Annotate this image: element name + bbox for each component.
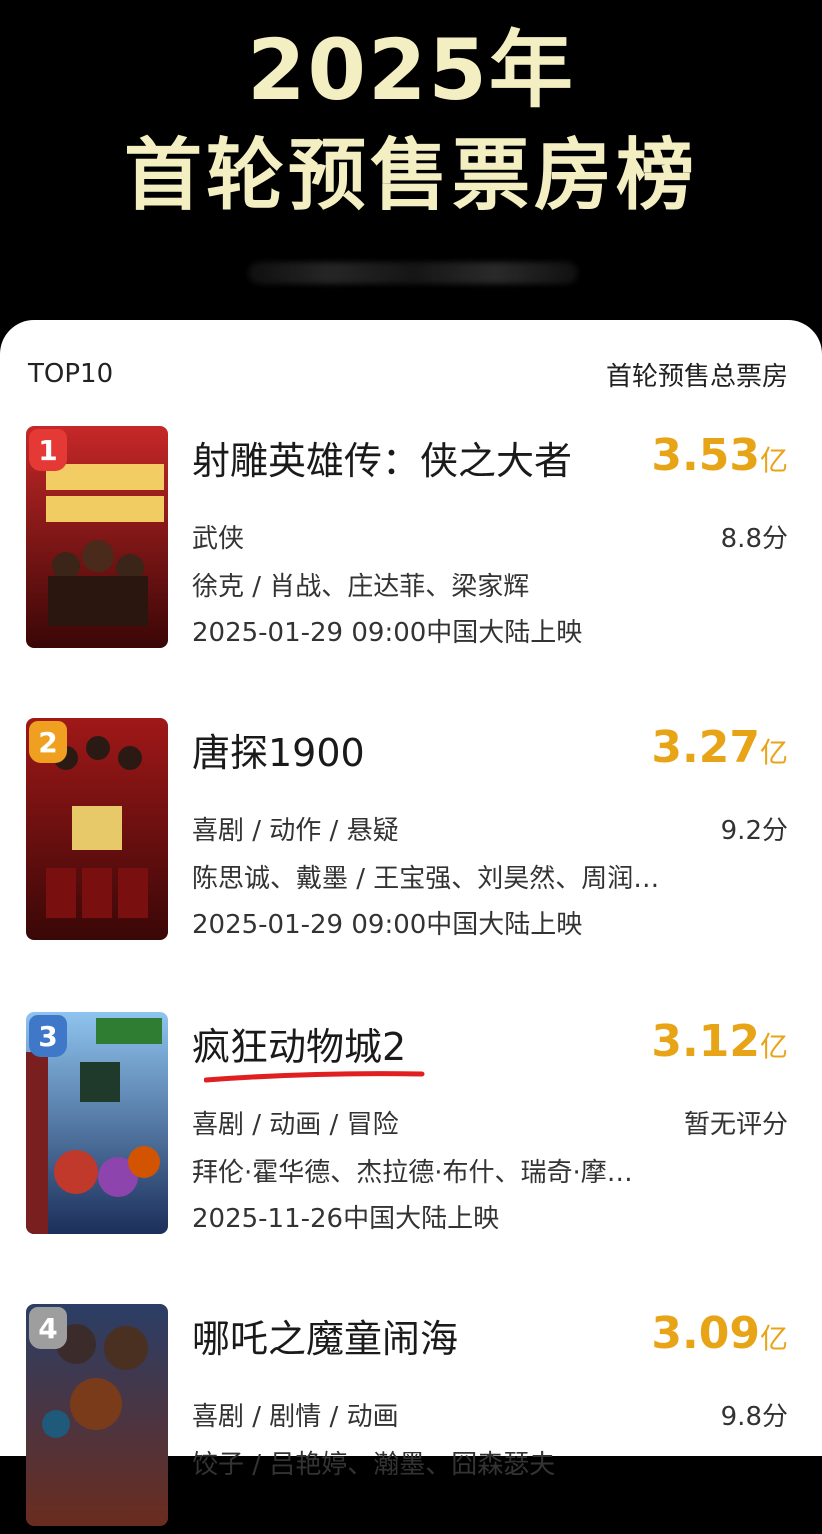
list-header: TOP10 首轮预售总票房 xyxy=(28,354,788,394)
amount-value: 3.27 xyxy=(651,722,760,773)
hero-banner: 2025年 首轮预售票房榜 xyxy=(0,0,822,340)
amount-value: 3.09 xyxy=(651,1308,760,1359)
amount-value: 3.53 xyxy=(651,430,760,481)
box-office-amount: 3.27亿 xyxy=(651,722,788,773)
blurred-caption xyxy=(248,262,578,284)
amount-unit: 亿 xyxy=(759,444,788,477)
amount-value: 3.12 xyxy=(651,1016,760,1067)
amount-unit: 亿 xyxy=(759,1030,788,1063)
movie-score: 9.8分 xyxy=(720,1402,788,1432)
movie-title[interactable]: 疯狂动物城2 xyxy=(192,1016,406,1071)
box-office-amount: 3.09亿 xyxy=(651,1308,788,1359)
hero-title: 首轮预售票房榜 xyxy=(123,131,698,221)
movie-poster[interactable]: 2 xyxy=(26,718,168,940)
movie-genre: 喜剧 / 动作 / 悬疑 xyxy=(192,816,399,846)
movie-item[interactable]: 4 哪吒之魔童闹海 3.09亿 喜剧 / 剧情 / 动画 9.8分 饺子 / 吕… xyxy=(0,1304,822,1534)
red-underline-annotation xyxy=(204,1071,425,1083)
box-office-amount: 3.53亿 xyxy=(651,430,788,481)
movie-title[interactable]: 哪吒之魔童闹海 xyxy=(192,1308,458,1363)
movie-cast: 徐克 / 肖战、庄达菲、梁家辉 xyxy=(192,572,530,602)
movie-cast: 拜伦·霍华德、杰拉德·布什、瑞奇·摩… xyxy=(192,1158,633,1188)
movie-poster[interactable]: 1 xyxy=(26,426,168,648)
movie-score: 8.8分 xyxy=(720,524,788,554)
ranking-panel: TOP10 首轮预售总票房 1 射雕英雄传：侠之大者 3.53亿 武侠 8.8分 xyxy=(0,320,822,1526)
release-date: 2025-01-29 09:00中国大陆上映 xyxy=(192,618,583,648)
rank-badge: 3 xyxy=(29,1015,67,1057)
movie-genre: 喜剧 / 剧情 / 动画 xyxy=(192,1402,399,1432)
rank-badge: 2 xyxy=(29,721,67,763)
movie-score: 9.2分 xyxy=(720,816,788,846)
box-office-amount: 3.12亿 xyxy=(651,1016,788,1067)
amount-unit: 亿 xyxy=(759,736,788,769)
movie-cast: 陈思诚、戴墨 / 王宝强、刘昊然、周润… xyxy=(192,864,660,894)
movie-title[interactable]: 射雕英雄传：侠之大者 xyxy=(192,430,572,485)
movie-item[interactable]: 3 疯狂动物城2 3.12亿 喜剧 / 动画 / 冒险 暂无评分 拜伦·霍华德、… xyxy=(0,1012,822,1242)
total-box-office-label: 首轮预售总票房 xyxy=(605,361,788,392)
movie-item[interactable]: 2 唐探1900 3.27亿 喜剧 / 动作 / 悬疑 9.2分 陈思诚、戴墨 … xyxy=(0,718,822,948)
amount-unit: 亿 xyxy=(759,1322,788,1355)
movie-poster[interactable]: 3 xyxy=(26,1012,168,1234)
release-date: 2025-01-29 09:00中国大陆上映 xyxy=(192,910,583,940)
rank-badge: 1 xyxy=(29,429,67,471)
movie-cast: 饺子 / 吕艳婷、瀚墨、囧森瑟夫 xyxy=(192,1450,556,1480)
hero-year: 2025年 xyxy=(247,21,575,119)
movie-item[interactable]: 1 射雕英雄传：侠之大者 3.53亿 武侠 8.8分 徐克 / 肖战、庄达菲、梁… xyxy=(0,426,822,656)
movie-genre: 喜剧 / 动画 / 冒险 xyxy=(192,1110,399,1140)
movie-genre: 武侠 xyxy=(192,524,245,554)
rank-badge: 4 xyxy=(29,1307,67,1349)
release-date: 2025-11-26中国大陆上映 xyxy=(192,1204,500,1234)
top10-label: TOP10 xyxy=(28,359,114,389)
movie-score: 暂无评分 xyxy=(683,1110,788,1140)
movie-poster[interactable]: 4 xyxy=(26,1304,168,1526)
movie-title[interactable]: 唐探1900 xyxy=(192,722,365,777)
